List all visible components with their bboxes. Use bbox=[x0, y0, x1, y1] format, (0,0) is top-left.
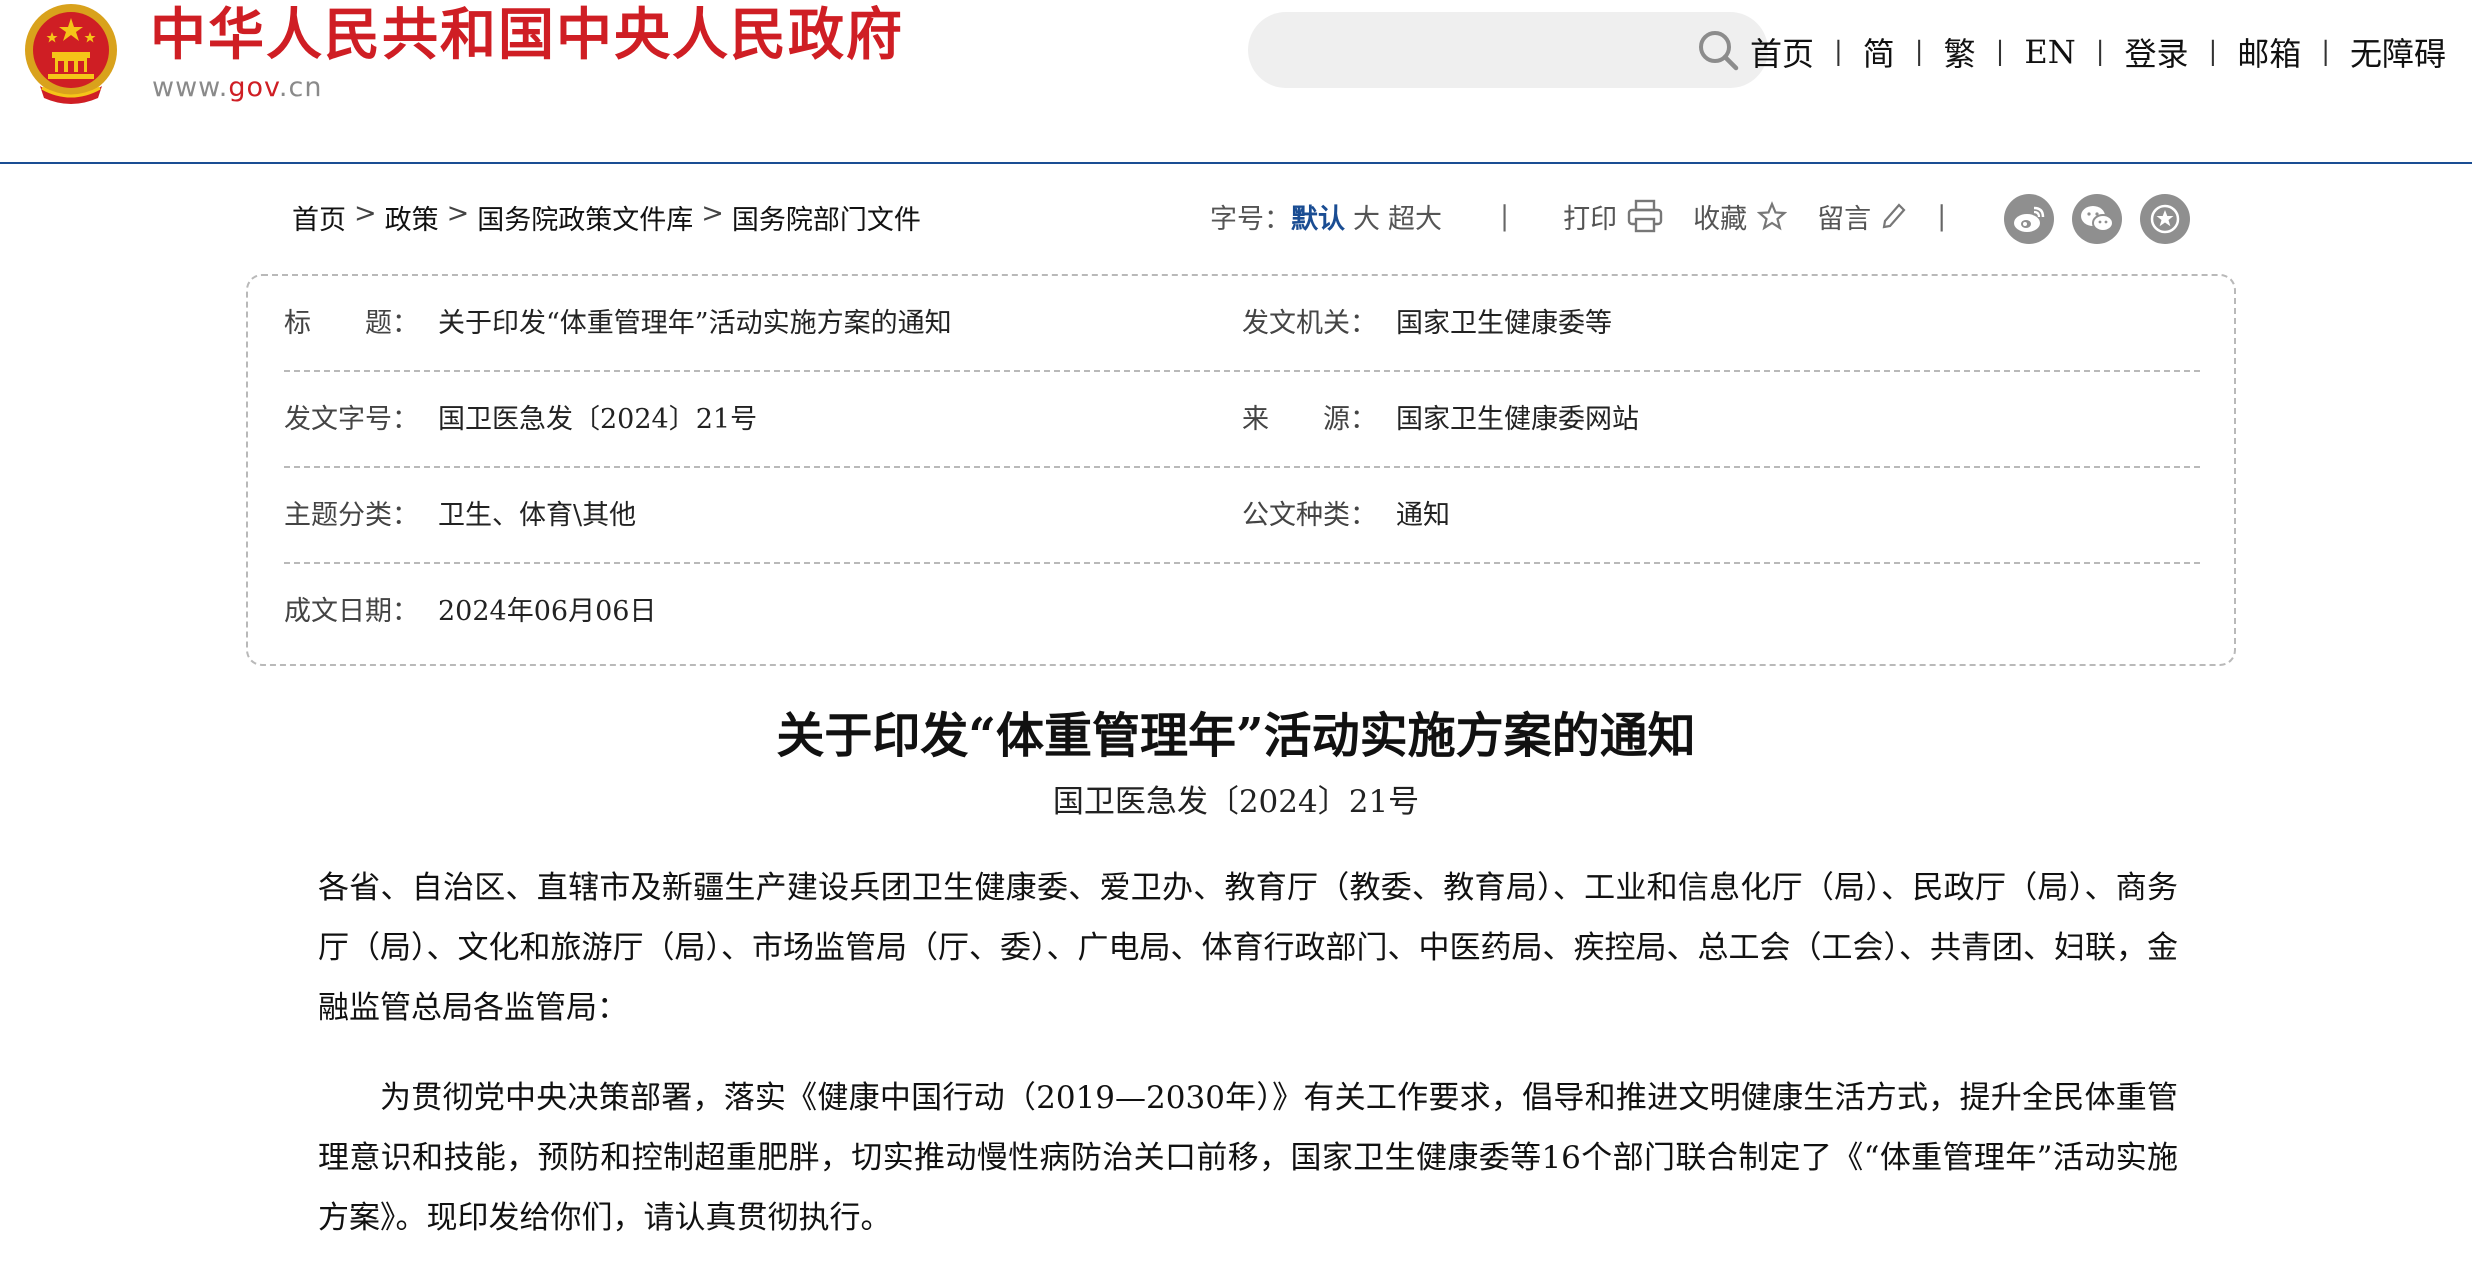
info-label-docno: 发文字号： bbox=[284, 404, 419, 435]
site-url: www.gov.cn bbox=[152, 72, 322, 103]
info-label-source: 来 源： bbox=[1242, 404, 1377, 435]
tools-separator: | bbox=[1937, 200, 1947, 232]
search-input[interactable] bbox=[1248, 12, 1768, 88]
info-value-title: 关于印发“体重管理年”活动实施方案的通知 bbox=[438, 308, 952, 339]
wechat-share-button[interactable] bbox=[2072, 194, 2122, 244]
info-value-date: 2024年06月06日 bbox=[438, 596, 657, 627]
info-row: 标 题： 关于印发“体重管理年”活动实施方案的通知 发文机关： 国家卫生健康委等 bbox=[284, 276, 2200, 372]
weibo-icon bbox=[2014, 206, 2045, 232]
info-label-doctype: 公文种类： bbox=[1242, 500, 1377, 531]
info-value-source: 国家卫生健康委网站 bbox=[1396, 404, 1639, 435]
site-url-suffix: .cn bbox=[278, 72, 323, 103]
font-size-default[interactable]: 默认 bbox=[1291, 197, 1345, 236]
emblem-star-icon bbox=[2150, 204, 2180, 234]
site-url-gov: gov bbox=[228, 72, 279, 103]
nav-login[interactable]: 登录 bbox=[2124, 29, 2188, 75]
print-button[interactable]: 打印 bbox=[1563, 197, 1663, 236]
article-tools: 字号： 默认 大 超大 | 打印 收藏 留言 | bbox=[1210, 196, 1968, 236]
info-row: 主题分类： 卫生、体育\其他 公文种类： 通知 bbox=[284, 468, 2200, 564]
app-share-button[interactable] bbox=[2140, 194, 2190, 244]
article-addressees: 各省、自治区、直辖市及新疆生产建设兵团卫生健康委、爱卫办、教育厅（教委、教育局）… bbox=[318, 870, 2178, 1026]
breadcrumb-separator: > bbox=[354, 198, 377, 229]
favorite-label: 收藏 bbox=[1693, 203, 1748, 235]
info-label-issuer: 发文机关： bbox=[1242, 308, 1377, 339]
site-header: 中华人民共和国中央人民政府 www.gov.cn 首页 | 简 | 繁 | EN… bbox=[0, 0, 2472, 164]
nav-accessibility[interactable]: 无障碍 bbox=[2350, 29, 2446, 75]
nav-english[interactable]: EN bbox=[2024, 33, 2075, 71]
info-label-date: 成文日期： bbox=[284, 596, 419, 627]
info-cell-source: 来 源： 国家卫生健康委网站 bbox=[1242, 372, 1639, 468]
comment-button[interactable]: 留言 bbox=[1787, 197, 1907, 236]
breadcrumb-policy-library[interactable]: 国务院政策文件库 bbox=[477, 198, 693, 237]
nav-separator: | bbox=[2095, 37, 2105, 67]
nav-simplified[interactable]: 简 bbox=[1863, 29, 1895, 75]
info-label-title: 标 题： bbox=[284, 308, 419, 339]
favorite-button[interactable]: 收藏 bbox=[1663, 197, 1788, 236]
site-url-prefix: www. bbox=[152, 72, 229, 103]
info-cell-date: 成文日期： 2024年06月06日 bbox=[284, 564, 656, 660]
info-cell-docno: 发文字号： 国卫医急发〔2024〕21号 bbox=[284, 372, 757, 468]
search-icon[interactable] bbox=[1696, 28, 1740, 72]
pencil-icon bbox=[1882, 203, 1906, 229]
info-cell-issuer: 发文机关： 国家卫生健康委等 bbox=[1242, 276, 1612, 372]
printer-icon bbox=[1627, 199, 1663, 233]
info-cell-doctype: 公文种类： 通知 bbox=[1242, 468, 1450, 564]
nav-traditional[interactable]: 繁 bbox=[1944, 29, 1976, 75]
star-icon bbox=[1757, 201, 1788, 231]
info-value-topic: 卫生、体育\其他 bbox=[438, 500, 637, 531]
breadcrumb-department-docs[interactable]: 国务院部门文件 bbox=[732, 198, 921, 237]
nav-separator: | bbox=[2321, 37, 2331, 67]
breadcrumb-policy[interactable]: 政策 bbox=[385, 198, 439, 237]
info-label-topic: 主题分类： bbox=[284, 500, 419, 531]
article-title: 关于印发“体重管理年”活动实施方案的通知 bbox=[776, 708, 1696, 764]
article-doc-number: 国卫医急发〔2024〕21号 bbox=[1052, 784, 1420, 820]
breadcrumb-separator: > bbox=[446, 198, 470, 229]
breadcrumb-separator: > bbox=[701, 198, 724, 229]
comment-label: 留言 bbox=[1817, 203, 1872, 235]
nav-home[interactable]: 首页 bbox=[1750, 29, 1814, 75]
nav-separator: | bbox=[1914, 37, 1924, 67]
nav-mailbox[interactable]: 邮箱 bbox=[2237, 29, 2301, 75]
font-size-xlarge[interactable]: 超大 bbox=[1380, 197, 1442, 236]
info-cell-title: 标 题： 关于印发“体重管理年”活动实施方案的通知 bbox=[284, 276, 952, 372]
font-size-label: 字号： bbox=[1210, 203, 1291, 235]
font-size-large[interactable]: 大 bbox=[1345, 197, 1380, 236]
nav-separator: | bbox=[1834, 37, 1843, 67]
info-value-docno: 国卫医急发〔2024〕21号 bbox=[438, 404, 758, 435]
info-row: 成文日期： 2024年06月06日 bbox=[284, 564, 2200, 660]
top-nav: 首页 | 简 | 繁 | EN | 登录 | 邮箱 | 无障碍 bbox=[1750, 28, 2446, 76]
info-value-issuer: 国家卫生健康委等 bbox=[1396, 308, 1612, 339]
info-cell-topic: 主题分类： 卫生、体育\其他 bbox=[284, 468, 636, 564]
breadcrumb-home[interactable]: 首页 bbox=[292, 198, 346, 237]
print-label: 打印 bbox=[1563, 203, 1618, 235]
info-row: 发文字号： 国卫医急发〔2024〕21号 来 源： 国家卫生健康委网站 bbox=[284, 372, 2200, 468]
breadcrumb: 首页 > 政策 > 国务院政策文件库 > 国务院部门文件 bbox=[292, 198, 921, 237]
wechat-icon bbox=[2081, 206, 2114, 232]
nav-separator: | bbox=[1995, 37, 2005, 67]
tools-separator: | bbox=[1500, 200, 1510, 232]
weibo-share-button[interactable] bbox=[2004, 194, 2054, 244]
article-body-paragraph: 为贯彻党中央决策部署，落实《健康中国行动（2019—2030年）》有关工作要求，… bbox=[318, 1080, 2178, 1236]
document-info-table: 标 题： 关于印发“体重管理年”活动实施方案的通知 发文机关： 国家卫生健康委等 发… bbox=[246, 274, 2236, 666]
nav-separator: | bbox=[2208, 37, 2218, 67]
site-title[interactable]: 中华人民共和国中央人民政府 bbox=[150, 0, 904, 72]
info-value-doctype: 通知 bbox=[1396, 500, 1450, 531]
national-emblem-icon[interactable] bbox=[22, 2, 120, 106]
